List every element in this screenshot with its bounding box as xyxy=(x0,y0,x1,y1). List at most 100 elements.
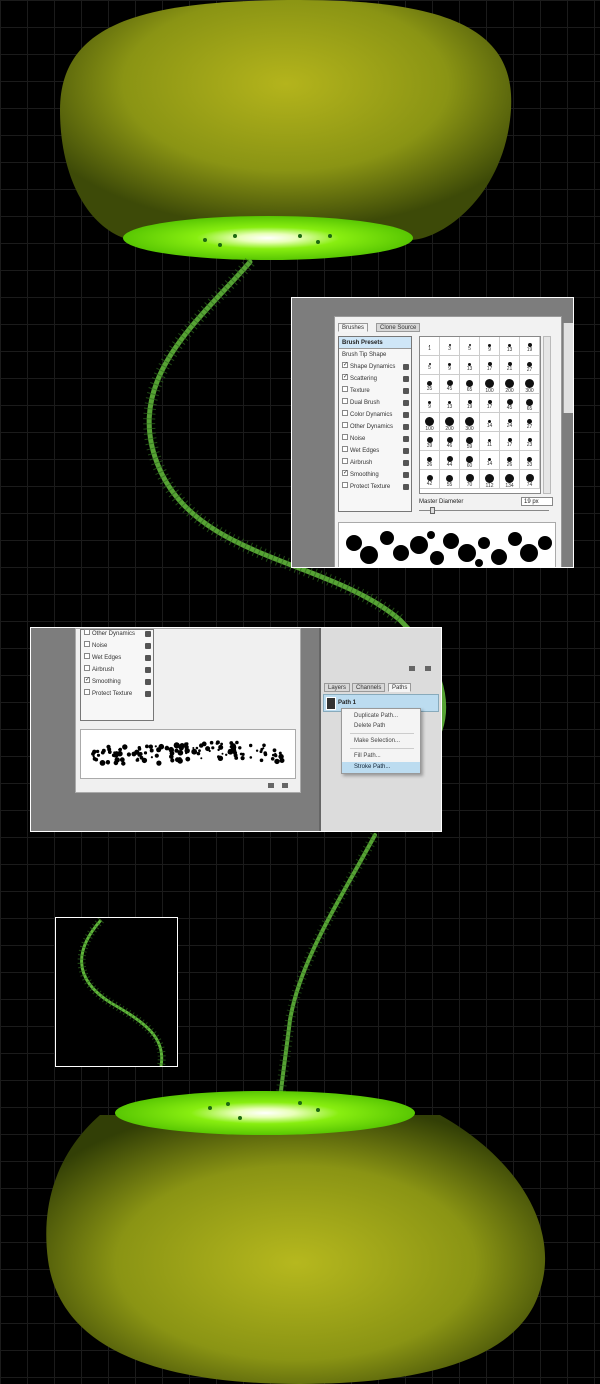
brush-option-item[interactable]: ✓ Smoothing xyxy=(84,676,154,688)
checkbox[interactable] xyxy=(84,629,90,636)
brush-option-item[interactable]: ✓ Scattering xyxy=(342,373,412,385)
tab-brushes[interactable]: Brushes xyxy=(338,323,369,332)
lock-icon[interactable] xyxy=(403,412,409,418)
checkbox[interactable] xyxy=(84,665,90,672)
lock-icon[interactable] xyxy=(145,643,151,649)
panel-icon-b[interactable] xyxy=(425,666,431,671)
brush-preset-cell[interactable]: 24 xyxy=(500,413,520,432)
lock-icon[interactable] xyxy=(403,436,409,442)
brush-preset-cell[interactable]: 19 xyxy=(520,337,540,356)
brush-preset-cell[interactable]: 300 xyxy=(520,375,540,394)
brush-preset-cell[interactable]: 14 xyxy=(480,451,500,470)
brush-presets-item[interactable]: Brush Presets xyxy=(339,337,411,349)
brush-preset-cell[interactable]: 27 xyxy=(520,413,540,432)
brush-preset-cell[interactable]: 11 xyxy=(480,432,500,451)
brush-preset-cell[interactable]: 17 xyxy=(480,356,500,375)
master-diameter-input[interactable]: 19 px xyxy=(521,497,553,506)
brush-option-item[interactable]: Airbrush xyxy=(84,664,154,676)
checkbox[interactable]: ✓ xyxy=(342,362,348,369)
brush-preset-cell[interactable]: 74 xyxy=(520,470,540,489)
checkbox[interactable] xyxy=(84,641,90,648)
brush-option-item[interactable]: Other Dynamics xyxy=(342,421,412,433)
diameter-slider-track[interactable] xyxy=(419,510,549,511)
brush-preset-cell[interactable]: 9 xyxy=(480,337,500,356)
brush-preset-cell[interactable]: 65 xyxy=(460,375,480,394)
lock-icon[interactable] xyxy=(145,691,151,697)
brush-option-item[interactable]: ✓ Shape Dynamics xyxy=(342,361,412,373)
brush-preset-cell[interactable]: 100 xyxy=(420,413,440,432)
lock-icon[interactable] xyxy=(403,448,409,454)
checkbox[interactable] xyxy=(342,386,348,393)
brush-preset-cell[interactable]: 65 xyxy=(520,394,540,413)
tab-channels[interactable]: Channels xyxy=(352,683,386,692)
brush-preset-cell[interactable]: 46 xyxy=(440,432,460,451)
brush-preset-cell[interactable]: 45 xyxy=(440,375,460,394)
brush-option-item[interactable]: Noise xyxy=(84,640,154,652)
brush-preset-cell[interactable]: 14 xyxy=(480,413,500,432)
checkbox[interactable] xyxy=(342,458,348,465)
brush-option-item[interactable]: Airbrush xyxy=(342,457,412,469)
brush-preset-cell[interactable]: 36 xyxy=(420,451,440,470)
brush-preset-cell[interactable]: 112 xyxy=(480,470,500,489)
lock-icon[interactable] xyxy=(403,424,409,430)
brush-preset-cell[interactable]: 200 xyxy=(440,413,460,432)
brush-preset-cell[interactable]: 13 xyxy=(460,356,480,375)
brush-option-item[interactable]: Protect Texture xyxy=(342,481,412,493)
lock-icon[interactable] xyxy=(145,679,151,685)
lock-icon[interactable] xyxy=(145,667,151,673)
brush-preset-cell[interactable]: 42 xyxy=(420,470,440,489)
brush-preset-cell[interactable]: 9 xyxy=(440,356,460,375)
brush-preset-cell[interactable]: 23 xyxy=(520,432,540,451)
checkbox[interactable] xyxy=(342,398,348,405)
lock-icon[interactable] xyxy=(403,376,409,382)
menu-fill-path[interactable]: Fill Path... xyxy=(342,751,420,762)
brush-preset-cell[interactable]: 21 xyxy=(500,356,520,375)
brush-preset-cell[interactable]: 3 xyxy=(440,337,460,356)
new-preset-icon[interactable] xyxy=(268,783,274,788)
brush-preset-cell[interactable]: 45 xyxy=(500,394,520,413)
checkbox[interactable] xyxy=(342,446,348,453)
lock-icon[interactable] xyxy=(403,484,409,490)
menu-make-selection[interactable]: Make Selection... xyxy=(342,736,420,747)
lock-icon[interactable] xyxy=(145,631,151,637)
brush-preset-cell[interactable]: 5 xyxy=(460,337,480,356)
checkbox[interactable] xyxy=(342,434,348,441)
brush-option-item[interactable]: Other Dynamics xyxy=(84,628,154,640)
checkbox[interactable] xyxy=(342,410,348,417)
brush-tip-shape-item[interactable]: Brush Tip Shape xyxy=(342,349,386,361)
brush-preset-cell[interactable]: 35 xyxy=(420,375,440,394)
brush-preset-cell[interactable]: 27 xyxy=(520,356,540,375)
brush-preset-cell[interactable]: 200 xyxy=(500,375,520,394)
brush-option-item[interactable]: Protect Texture xyxy=(84,688,154,700)
checkbox[interactable]: ✓ xyxy=(84,677,90,684)
checkbox[interactable] xyxy=(342,422,348,429)
brush-preset-cell[interactable]: 100 xyxy=(480,375,500,394)
checkbox[interactable] xyxy=(84,689,90,696)
brush-preset-cell[interactable]: 13 xyxy=(500,337,520,356)
brush-preset-cell[interactable]: 26 xyxy=(500,451,520,470)
brush-preset-cell[interactable]: 134 xyxy=(500,470,520,489)
menu-delete-path[interactable]: Delete Path xyxy=(342,721,420,732)
brush-preset-cell[interactable]: 17 xyxy=(480,394,500,413)
brush-preset-cell[interactable]: 39 xyxy=(420,432,440,451)
tab-clone-source[interactable]: Clone Source xyxy=(376,323,421,332)
trash-icon[interactable] xyxy=(282,783,288,788)
brush-preset-cell[interactable]: 19 xyxy=(460,394,480,413)
checkbox[interactable]: ✓ xyxy=(342,470,348,477)
brush-preset-cell[interactable]: 1 xyxy=(420,337,440,356)
brush-option-item[interactable]: Dual Brush xyxy=(342,397,412,409)
brush-option-item[interactable]: ✓ Smoothing xyxy=(342,469,412,481)
brush-preset-cell[interactable]: 17 xyxy=(500,432,520,451)
checkbox[interactable]: ✓ xyxy=(342,374,348,381)
brush-preset-cell[interactable]: 300 xyxy=(460,413,480,432)
lock-icon[interactable] xyxy=(403,364,409,370)
brush-preset-cell[interactable]: 55 xyxy=(440,470,460,489)
tab-paths[interactable]: Paths xyxy=(388,683,412,692)
diameter-slider-thumb[interactable] xyxy=(430,507,435,514)
brush-preset-cell[interactable]: 70 xyxy=(460,470,480,489)
preset-scrollbar[interactable] xyxy=(543,336,551,494)
brush-preset-cell[interactable]: 13 xyxy=(440,394,460,413)
brush-option-item[interactable]: Wet Edges xyxy=(84,652,154,664)
lock-icon[interactable] xyxy=(403,400,409,406)
lock-icon[interactable] xyxy=(403,472,409,478)
